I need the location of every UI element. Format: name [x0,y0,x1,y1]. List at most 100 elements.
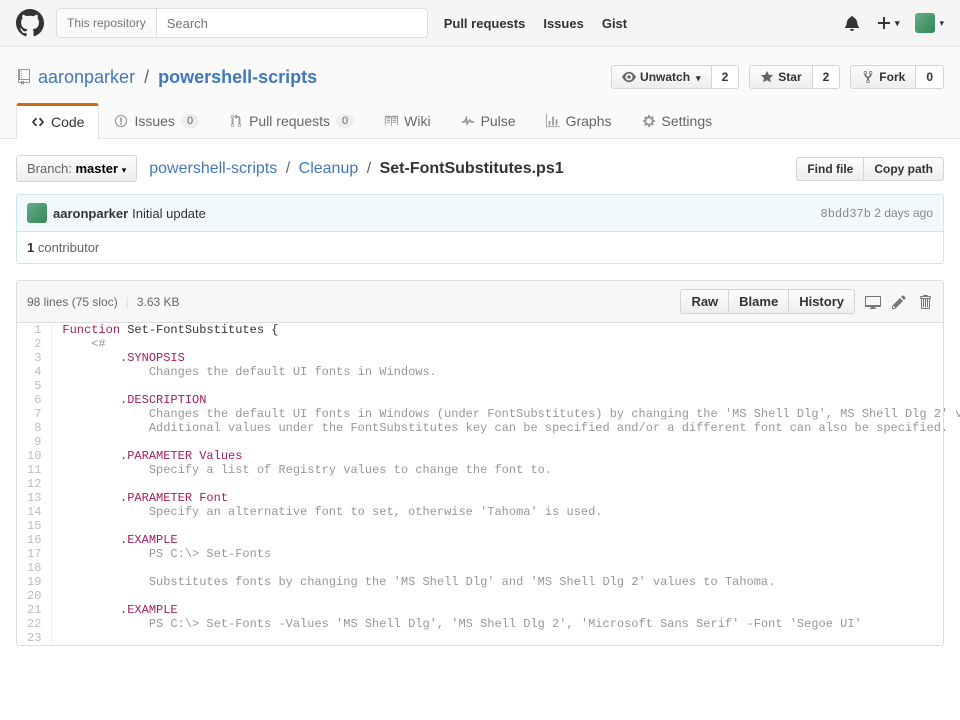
code-line: .PARAMETER Values [52,449,960,463]
tab-issues[interactable]: Issues0 [99,103,214,138]
eye-icon [622,70,636,84]
code-icon [31,115,45,129]
code-line [52,561,960,575]
code-line: .SYNOPSIS [52,351,960,365]
line-number[interactable]: 23 [17,631,52,645]
line-number[interactable]: 19 [17,575,52,589]
line-number[interactable]: 3 [17,351,52,365]
commit-tease: aaronparker Initial update 8bdd37b 2 day… [16,194,944,232]
forks-count[interactable]: 0 [916,65,944,89]
nav-issues[interactable]: Issues [543,16,583,31]
nav-pull-requests[interactable]: Pull requests [444,16,526,31]
line-number[interactable]: 11 [17,463,52,477]
blame-button[interactable]: Blame [728,289,789,314]
pulse-icon [461,114,475,128]
code-line: Specify a list of Registry values to cha… [52,463,960,477]
line-number[interactable]: 17 [17,547,52,561]
book-icon [384,114,398,128]
line-number[interactable]: 5 [17,379,52,393]
crumb-file: Set-FontSubstitutes.ps1 [380,160,564,177]
raw-button[interactable]: Raw [680,289,729,314]
line-number[interactable]: 7 [17,407,52,421]
trashcan-icon[interactable] [917,294,933,310]
star-button[interactable]: Star [749,65,812,89]
github-logo-icon[interactable] [16,9,44,37]
repo-nav: Code Issues0 Pull requests0 Wiki Pulse G… [16,103,944,138]
line-number[interactable]: 4 [17,365,52,379]
gear-icon [642,114,656,128]
tab-wiki[interactable]: Wiki [369,103,445,138]
file-box: 98 lines (75 sloc) | 3.63 KB Raw Blame H… [16,280,944,646]
file-lines: 98 lines (75 sloc) [27,295,118,309]
line-number[interactable]: 8 [17,421,52,435]
commit-message[interactable]: Initial update [132,206,206,221]
code-line: .EXAMPLE [52,533,960,547]
line-number[interactable]: 10 [17,449,52,463]
code-line: Additional values under the FontSubstitu… [52,421,960,435]
search-input[interactable] [157,9,427,37]
line-number[interactable]: 14 [17,505,52,519]
blob-content: 1Function Set-FontSubstitutes {2 <#3 .SY… [17,323,943,645]
crumb-dir[interactable]: Cleanup [299,160,359,177]
code-line [52,435,960,449]
line-number[interactable]: 9 [17,435,52,449]
avatar [915,13,935,33]
create-new-menu[interactable]: ▾ [876,15,900,31]
repo-link[interactable]: powershell-scripts [158,67,317,87]
nav-gist[interactable]: Gist [602,16,627,31]
commit-sha[interactable]: 8bdd37b [821,207,871,221]
code-line [52,379,960,393]
header-nav: Pull requests Issues Gist [444,16,645,31]
tab-pulse[interactable]: Pulse [446,103,531,138]
code-line: PS C:\> Set-Fonts [52,547,960,561]
code-line [52,519,960,533]
watchers-count[interactable]: 2 [712,65,740,89]
repo-icon [16,69,32,85]
line-number[interactable]: 6 [17,393,52,407]
pencil-icon[interactable] [891,294,907,310]
author-avatar[interactable] [27,203,47,223]
tab-graphs[interactable]: Graphs [531,103,627,138]
branch-select[interactable]: Branch: master ▾ [16,155,137,182]
code-line: .EXAMPLE [52,603,960,617]
line-number[interactable]: 22 [17,617,52,631]
line-number[interactable]: 2 [17,337,52,351]
line-number[interactable]: 1 [17,323,52,337]
code-line: PS C:\> Set-Fonts -Values 'MS Shell Dlg'… [52,617,960,631]
code-line: Specify an alternative font to set, othe… [52,505,960,519]
history-button[interactable]: History [788,289,855,314]
contributors-bar[interactable]: 1 contributor [16,232,944,264]
main-container: Branch: master ▾ powershell-scripts / Cl… [0,139,960,662]
owner-link[interactable]: aaronparker [38,67,135,87]
fork-icon [861,70,875,84]
commit-author[interactable]: aaronparker [53,206,128,221]
plus-icon [876,15,892,31]
fork-button[interactable]: Fork [850,65,916,89]
search-scope[interactable]: This repository [57,9,157,37]
line-number[interactable]: 12 [17,477,52,491]
line-number[interactable]: 15 [17,519,52,533]
unwatch-button[interactable]: Unwatch [611,65,712,89]
user-menu[interactable]: ▾ [915,13,944,33]
code-line: Changes the default UI fonts in Windows. [52,365,960,379]
find-file-button[interactable]: Find file [796,157,864,181]
line-number[interactable]: 21 [17,603,52,617]
git-pull-request-icon [229,114,243,128]
line-number[interactable]: 16 [17,533,52,547]
repo-head: aaronparker / powershell-scripts Unwatch… [0,47,960,139]
stargazers-count[interactable]: 2 [813,65,841,89]
tab-pulls[interactable]: Pull requests0 [214,103,369,138]
line-number[interactable]: 18 [17,561,52,575]
copy-path-button[interactable]: Copy path [863,157,944,181]
line-number[interactable]: 13 [17,491,52,505]
tab-settings[interactable]: Settings [627,103,728,138]
bell-icon[interactable] [844,15,860,31]
code-line [52,477,960,491]
commit-age: 2 days ago [874,206,933,220]
line-number[interactable]: 20 [17,589,52,603]
crumb-root[interactable]: powershell-scripts [149,160,277,177]
code-line [52,589,960,603]
file-nav: Branch: master ▾ powershell-scripts / Cl… [16,155,944,182]
tab-code[interactable]: Code [16,103,99,139]
desktop-icon[interactable] [865,294,881,310]
